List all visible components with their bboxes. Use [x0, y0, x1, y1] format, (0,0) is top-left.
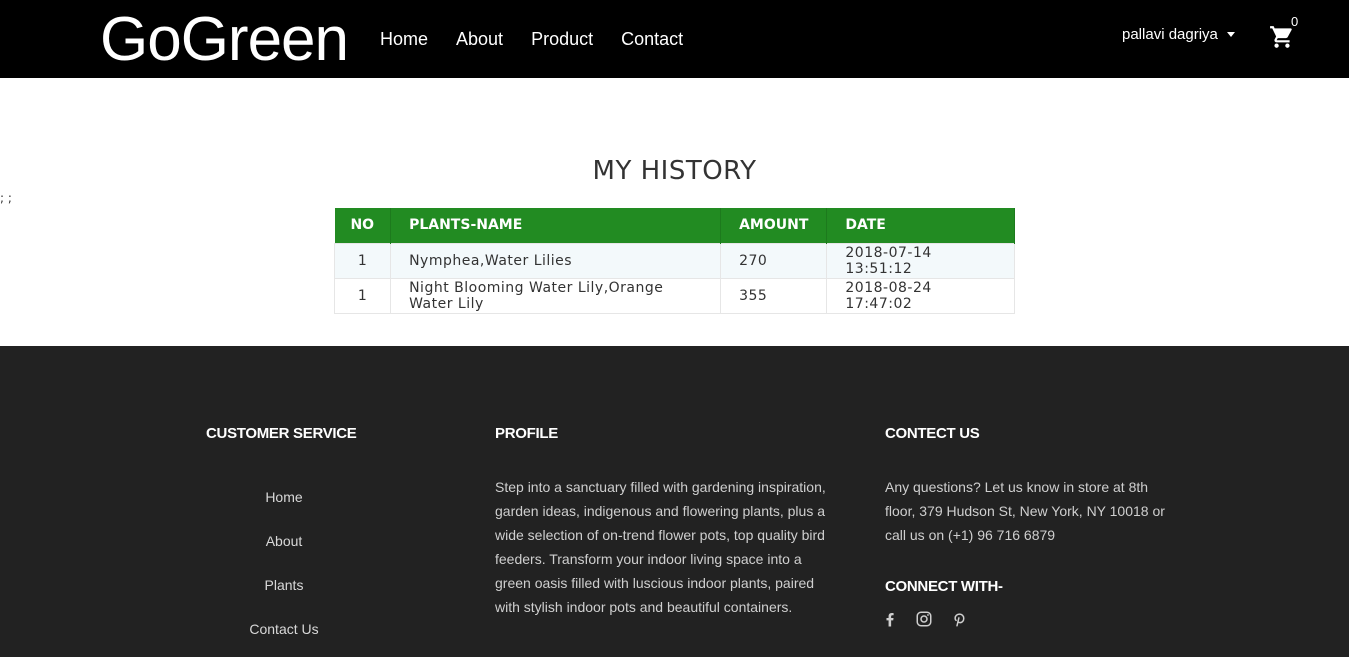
navbar: GoGreen Home About Product Contact palla…	[0, 0, 1349, 78]
table-header-row: NO PLANTS-NAME AMOUNT DATE	[334, 208, 1015, 243]
profile-heading: PROFILE	[495, 425, 558, 442]
customer-service-heading: CUSTOMER SERVICE	[206, 425, 357, 442]
nav-link-home[interactable]: Home	[380, 29, 428, 50]
contact-line: call us on (+1) 96 716 6879	[885, 527, 1056, 543]
cell-amount: 270	[720, 242, 828, 279]
cell-plants-name: Nymphea,Water Lilies	[390, 242, 722, 279]
cell-amount: 355	[720, 277, 828, 314]
profile-line: with stylish indoor pots and beautiful c…	[495, 599, 793, 615]
footer-link-contact-us[interactable]: Contact Us	[204, 621, 364, 637]
cell-plants-name: Night Blooming Water Lily,Orange Water L…	[390, 277, 722, 314]
table-row: 1 Night Blooming Water Lily,Orange Water…	[333, 277, 1015, 314]
nav-links: Home About Product Contact	[380, 0, 711, 78]
cell-no: 1	[333, 242, 392, 279]
history-table: NO PLANTS-NAME AMOUNT DATE 1 Nymphea,Wat…	[333, 208, 1015, 314]
cell-date: 2018-08-24 17:47:02	[826, 277, 1015, 314]
profile-line: wide selection of on-trend flower pots, …	[495, 527, 825, 543]
contact-heading: CONTECT US	[885, 425, 980, 442]
nav-link-product[interactable]: Product	[531, 29, 593, 50]
pinterest-icon[interactable]	[951, 610, 969, 628]
cell-no: 1	[333, 277, 392, 314]
column-header-plants-name: PLANTS-NAME	[390, 208, 722, 243]
facebook-icon[interactable]	[881, 610, 899, 628]
nav-link-about[interactable]: About	[456, 29, 503, 50]
profile-line: green oasis filled with luscious indoor …	[495, 575, 815, 591]
stray-text: ; ;	[0, 191, 12, 205]
connect-heading: CONNECT WITH-	[885, 578, 1003, 595]
column-header-date: DATE	[826, 208, 1015, 243]
column-header-no: NO	[334, 208, 392, 243]
page-title: MY HISTORY	[592, 156, 757, 186]
contact-text: Any questions? Let us know in store at 8…	[885, 475, 1205, 547]
footer-link-about[interactable]: About	[204, 533, 364, 549]
table-row: 1 Nymphea,Water Lilies 270 2018-07-14 13…	[333, 242, 1015, 279]
user-name: pallavi dagriya	[1122, 26, 1218, 43]
profile-line: Step into a sanctuary filled with garden…	[495, 479, 826, 495]
nav-link-contact[interactable]: Contact	[621, 29, 683, 50]
contact-line: floor, 379 Hudson St, New York, NY 10018…	[885, 503, 1165, 519]
profile-text: Step into a sanctuary filled with garden…	[495, 475, 865, 619]
profile-line: garden ideas, indigenous and flowering p…	[495, 503, 826, 519]
cell-date: 2018-07-14 13:51:12	[826, 242, 1015, 279]
column-header-amount: AMOUNT	[720, 208, 828, 243]
brand-logo[interactable]: GoGreen	[100, 4, 349, 76]
footer-link-home[interactable]: Home	[204, 489, 364, 505]
contact-line: Any questions? Let us know in store at 8…	[885, 479, 1149, 495]
instagram-icon[interactable]	[915, 610, 933, 628]
caret-down-icon	[1226, 32, 1235, 37]
cart-count-badge: 0	[1291, 14, 1299, 29]
user-menu-dropdown[interactable]: pallavi dagriya	[1122, 26, 1235, 43]
profile-line: feeders. Transform your indoor living sp…	[495, 551, 802, 567]
footer: CUSTOMER SERVICE Home About Plants Conta…	[0, 346, 1349, 657]
footer-link-plants[interactable]: Plants	[204, 577, 364, 593]
